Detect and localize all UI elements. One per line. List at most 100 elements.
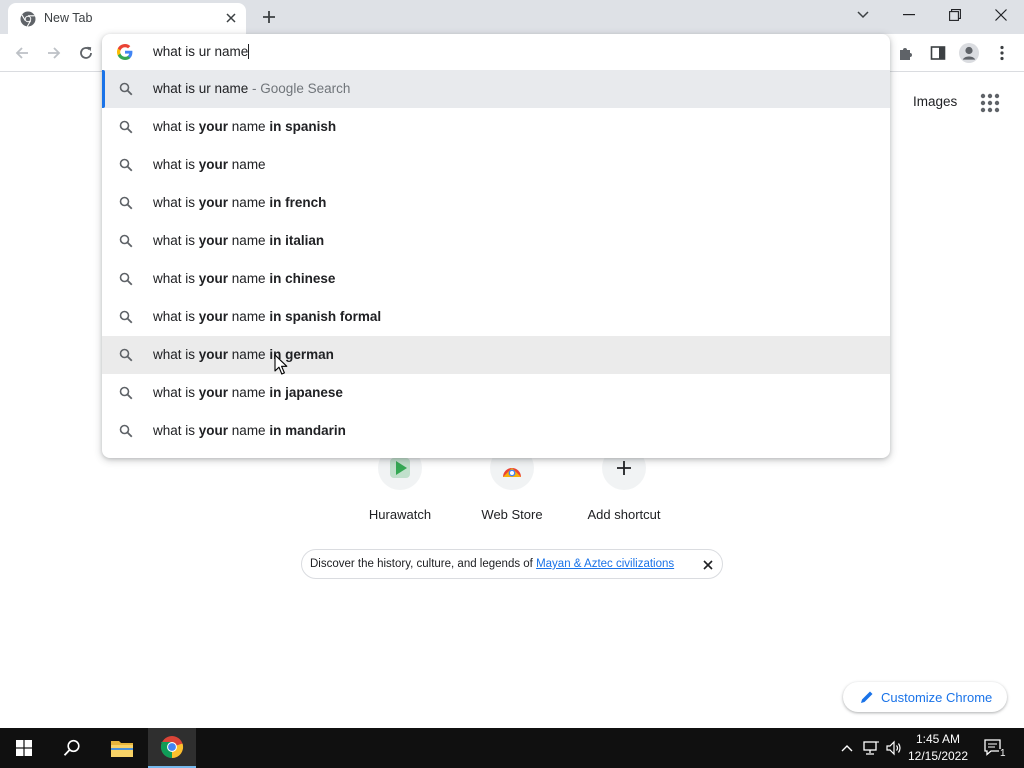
suggestion-bold-part: your [198,195,229,210]
reload-button[interactable] [72,39,100,67]
suggestion-item[interactable]: what is your name in italian [102,222,890,260]
suggestion-item[interactable]: what is your name in german [102,336,890,374]
suggestion-bold-part: your [198,157,229,172]
tab-search-button[interactable] [850,4,876,26]
customize-chrome-button[interactable]: Customize Chrome [843,682,1007,712]
search-icon [119,120,133,134]
network-button[interactable] [860,728,882,768]
promo-text: Discover the history, culture, and legen… [310,558,674,570]
add-shortcut-button[interactable]: Add shortcut [568,446,680,536]
suggestion-bold-part: in chinese [269,271,336,286]
volume-button[interactable] [884,728,904,768]
hurawatch-icon [390,458,410,478]
start-button[interactable] [0,728,48,768]
address-bar[interactable]: what is ur name [102,34,890,70]
forward-button[interactable] [40,39,68,67]
system-clock[interactable]: 1:45 AM 12/15/2022 [906,731,970,765]
suggestion-part: what is [153,385,199,400]
google-apps-icon[interactable] [979,92,1001,114]
suggestion-item[interactable]: what is your name in spanish formal [102,298,890,336]
chevron-down-icon [857,11,869,19]
notification-count: 1 [999,748,1007,759]
shortcut-label: Add shortcut [587,507,661,522]
suggestion-part: name [228,233,270,248]
suggestion-item[interactable]: what is ur name - Google Search [102,70,890,108]
action-center-button[interactable]: 1 [978,728,1010,768]
tab-title: New Tab [44,11,93,25]
search-icon [119,310,133,324]
suggestion-part: name [228,157,266,172]
suggestion-item[interactable]: what is your name in mandarin [102,412,890,450]
arrow-right-icon [48,47,61,59]
pencil-icon [861,691,873,703]
close-window-button[interactable] [978,0,1024,30]
network-icon [863,741,879,755]
back-button[interactable] [8,39,36,67]
suggestion-part: what is [153,309,199,324]
suggestion-part: name [228,423,270,438]
omnibox-dropdown: what is ur name what is ur name - Google… [102,34,890,458]
suggestion-bold-part: in mandarin [269,423,346,438]
suggestion-part: name [228,195,270,210]
promo-link[interactable]: Mayan & Aztec civilizations [536,558,674,570]
windows-taskbar: 1:45 AM 12/15/2022 1 [0,728,1024,768]
minimize-button[interactable] [886,0,932,30]
suggestion-part: what is [153,233,199,248]
images-link[interactable]: Images [913,94,957,109]
close-icon [703,560,713,570]
side-panel-icon [930,46,946,60]
folder-icon [111,741,133,757]
suggestion-part: what is [153,157,199,172]
promo-body: Discover the history, culture, and legen… [310,558,537,570]
new-tab-button[interactable] [257,5,281,29]
suggestion-bold-part: your [198,233,229,248]
side-panel-button[interactable] [924,39,952,67]
suggestion-text: what is ur name - Google Search [153,81,350,96]
shortcut-web-store[interactable]: Web Store [456,446,568,536]
suggestion-bold-part: your [198,347,229,362]
suggestion-part: name [228,271,270,286]
tab-close-button[interactable] [221,8,241,28]
suggestion-bold-part: in spanish [269,119,337,134]
suggestion-part: what is [153,195,199,210]
omnibox-typed-text: what is ur name [153,44,249,59]
suggestion-text: what is your name in french [153,195,326,210]
mouse-cursor-icon [274,354,288,375]
suggestion-bold-part: your [198,385,229,400]
extensions-button[interactable] [892,39,920,67]
restore-icon [949,9,961,21]
suggestion-text: what is your name in japanese [153,385,343,400]
suggestion-text: what is your name in chinese [153,271,335,286]
suggestion-item[interactable]: what is your name in japanese [102,374,890,412]
taskbar-chrome[interactable] [148,728,196,768]
suggestion-part: name [228,385,270,400]
suggestion-item[interactable]: what is your name in chinese [102,260,890,298]
suggestion-bold-part: your [198,309,229,324]
suggestion-item[interactable]: what is your name in french [102,184,890,222]
shortcut-label: Hurawatch [368,507,432,522]
shortcut-hurawatch[interactable]: Hurawatch [344,446,456,536]
promo-banner: Discover the history, culture, and legen… [301,549,723,579]
omnibox-input[interactable]: what is ur name [153,44,250,59]
shortcut-label: Web Store [481,507,543,522]
selection-indicator [102,70,105,108]
promo-dismiss-button[interactable] [700,557,716,573]
show-hidden-icons-button[interactable] [838,728,856,768]
suggestion-part: name [228,309,270,324]
suggestion-part: what is ur name [153,81,249,96]
suggestion-bold-part: in spanish formal [269,309,382,324]
restore-button[interactable] [932,0,978,30]
taskbar-file-explorer[interactable] [98,728,146,768]
profile-button[interactable] [955,39,983,67]
search-icon [119,272,133,286]
taskbar-search-button[interactable] [48,728,96,768]
suggestion-item[interactable]: what is your name [102,146,890,184]
tab-new-tab[interactable]: New Tab [8,3,246,34]
suggestion-part: name [228,347,270,362]
chrome-favicon-icon [20,11,36,27]
reload-icon [80,46,92,59]
chrome-menu-button[interactable] [988,39,1016,67]
google-g-icon [117,44,133,60]
suggestion-item[interactable]: what is your name in spanish [102,108,890,146]
search-icon [119,158,133,172]
